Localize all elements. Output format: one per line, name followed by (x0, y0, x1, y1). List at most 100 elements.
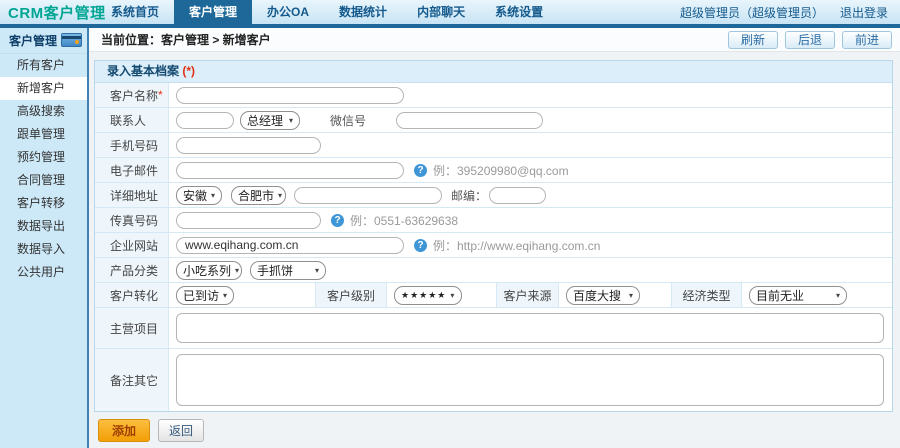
topbar: CRM客户管理 系统首页 客户管理 办公OA 数据统计 内部聊天 系统设置 超级… (0, 0, 900, 24)
form-row-mobile: 手机号码 (95, 133, 892, 158)
zip-input[interactable] (489, 186, 547, 204)
remark-textarea[interactable] (176, 354, 884, 406)
new-customer-form: 录入基本档案 (*) 客户名称 * 联系人 总经理 ▾ 微信号 手机号码 电子邮… (94, 60, 893, 412)
nav-item-customers[interactable]: 客户管理 (174, 0, 253, 24)
sidebar-item-export[interactable]: 数据导出 (0, 215, 87, 238)
website-hint: 例：http://www.eqihang.com.cn (433, 238, 601, 253)
source-label: 客户来源 (496, 283, 559, 307)
forward-button[interactable]: 前进 (841, 30, 892, 49)
sidebar-item-all-customers[interactable]: 所有客户 (0, 54, 87, 77)
level-label: 客户级别 (315, 283, 387, 307)
back-button[interactable]: 后退 (784, 30, 835, 49)
sidebar-title: 客户管理 (0, 28, 87, 54)
form-actions: 添加 返回 (94, 412, 893, 442)
crm-logo: CRM客户管理 (8, 4, 106, 22)
convert-label: 客户转化 (95, 283, 169, 307)
street-input[interactable] (294, 186, 442, 204)
product-item-select[interactable]: 手抓饼 ▾ (250, 260, 326, 280)
sidebar-item-followup[interactable]: 跟单管理 (0, 123, 87, 146)
source-select[interactable]: 百度大搜 ▾ (566, 285, 640, 305)
logout-link[interactable]: 退出登录 (840, 4, 888, 21)
form-row-website: 企业网站 ? 例：http://www.eqihang.com.cn (95, 233, 892, 258)
sidebar-item-import[interactable]: 数据导入 (0, 238, 87, 261)
product-label: 产品分类 (95, 258, 169, 282)
sidebar: 客户管理 所有客户 新增客户 高级搜索 跟单管理 预约管理 合同管理 客户转移 … (0, 28, 89, 448)
form-row-main-business: 主营项目 (95, 308, 892, 349)
sidebar-item-contracts[interactable]: 合同管理 (0, 169, 87, 192)
form-row-fax: 传真号码 ? 例：0551-63629638 (95, 208, 892, 233)
form-section-header: 录入基本档案 (*) (95, 61, 892, 83)
chevron-down-icon: ▾ (450, 290, 456, 300)
chevron-down-icon: ▾ (223, 290, 228, 300)
level-select[interactable]: ★★★★★ ▾ (394, 285, 462, 305)
return-button[interactable]: 返回 (158, 419, 205, 442)
fax-label: 传真号码 (95, 208, 169, 232)
province-select[interactable]: 安徽 ▾ (176, 185, 222, 205)
breadcrumb-bar: 当前位置：客户管理 > 新增客户 刷新 后退 前进 (89, 28, 900, 52)
website-label: 企业网站 (95, 233, 169, 257)
chevron-down-icon: ▾ (235, 265, 240, 275)
chevron-down-icon: ▾ (314, 265, 319, 275)
add-button[interactable]: 添加 (98, 419, 151, 442)
sidebar-item-advanced-search[interactable]: 高级搜索 (0, 100, 87, 123)
nav-item-oa[interactable]: 办公OA (252, 0, 324, 24)
form-row-remark: 备注其它 (95, 349, 892, 411)
contact-name-input[interactable] (176, 111, 234, 129)
zip-label: 邮编： (451, 188, 488, 203)
topbar-user-area: 超级管理员（超级管理员） 退出登录 (680, 4, 900, 21)
main-business-textarea[interactable] (176, 313, 884, 343)
sidebar-item-transfer[interactable]: 客户转移 (0, 192, 87, 215)
customer-name-input[interactable] (176, 86, 404, 104)
contact-title-select[interactable]: 总经理 ▾ (240, 110, 300, 130)
email-hint: 例：395209980@qq.com (433, 163, 569, 178)
email-label: 电子邮件 (95, 158, 169, 182)
customer-name-label: 客户名称 * (95, 83, 169, 107)
convert-select[interactable]: 已到访 ▾ (176, 285, 234, 305)
economy-label: 经济类型 (671, 283, 742, 307)
credit-card-icon (61, 33, 82, 47)
form-row-classification: 客户转化 已到访 ▾ 客户级别 ★★★★★ ▾ 客户来源 百度大搜 ▾ 经济类型… (95, 283, 892, 308)
help-icon: ? (331, 213, 344, 227)
breadcrumb: 当前位置：客户管理 > 新增客户 (101, 33, 271, 47)
main-business-label: 主营项目 (95, 308, 169, 348)
product-category-select[interactable]: 小吃系列 ▾ (176, 260, 242, 280)
crm-app: CRM客户管理 系统首页 客户管理 办公OA 数据统计 内部聊天 系统设置 超级… (0, 0, 900, 448)
fax-input[interactable] (176, 211, 321, 229)
nav-item-chat[interactable]: 内部聊天 (402, 0, 480, 24)
economy-select[interactable]: 目前无业 ▾ (749, 285, 847, 305)
remark-label: 备注其它 (95, 349, 169, 411)
sidebar-item-public-users[interactable]: 公共用户 (0, 261, 87, 284)
sidebar-item-appointments[interactable]: 预约管理 (0, 146, 87, 169)
section-required-mark: (*) (182, 64, 196, 78)
chevron-down-icon: ▾ (628, 290, 633, 300)
chevron-down-icon: ▾ (835, 290, 840, 300)
fax-hint: 例：0551-63629638 (350, 213, 459, 228)
history-buttons: 刷新 后退 前进 (727, 30, 892, 49)
wechat-input[interactable] (396, 111, 544, 129)
contact-label: 联系人 (95, 108, 169, 132)
nav-item-home[interactable]: 系统首页 (96, 0, 174, 24)
form-row-customer-name: 客户名称 * (95, 83, 892, 108)
address-label: 详细地址 (95, 183, 169, 207)
chevron-down-icon: ▾ (211, 190, 216, 200)
content-area: 录入基本档案 (*) 客户名称 * 联系人 总经理 ▾ 微信号 手机号码 电子邮… (89, 52, 900, 448)
refresh-button[interactable]: 刷新 (727, 30, 778, 49)
main-area: 当前位置：客户管理 > 新增客户 刷新 后退 前进 录入基本档案 (*) 客户名… (89, 28, 900, 448)
chevron-down-icon: ▾ (278, 190, 283, 200)
mobile-label: 手机号码 (95, 133, 169, 157)
form-row-product: 产品分类 小吃系列 ▾ 手抓饼 ▾ (95, 258, 892, 283)
help-icon: ? (414, 238, 427, 252)
sidebar-item-new-customer[interactable]: 新增客户 (0, 77, 87, 100)
form-row-contact: 联系人 总经理 ▾ 微信号 (95, 108, 892, 133)
nav-item-stats[interactable]: 数据统计 (324, 0, 402, 24)
wechat-label: 微信号 (330, 113, 367, 128)
website-input[interactable] (176, 236, 404, 254)
top-nav: 系统首页 客户管理 办公OA 数据统计 内部聊天 系统设置 (96, 0, 558, 24)
form-row-address: 详细地址 安徽 ▾ 合肥市 ▾ 邮编： (95, 183, 892, 208)
form-row-email: 电子邮件 ? 例：395209980@qq.com (95, 158, 892, 183)
email-input[interactable] (176, 161, 404, 179)
current-user-label: 超级管理员（超级管理员） (679, 5, 824, 20)
city-select[interactable]: 合肥市 ▾ (231, 185, 286, 205)
mobile-input[interactable] (176, 136, 321, 154)
nav-item-settings[interactable]: 系统设置 (480, 0, 558, 24)
